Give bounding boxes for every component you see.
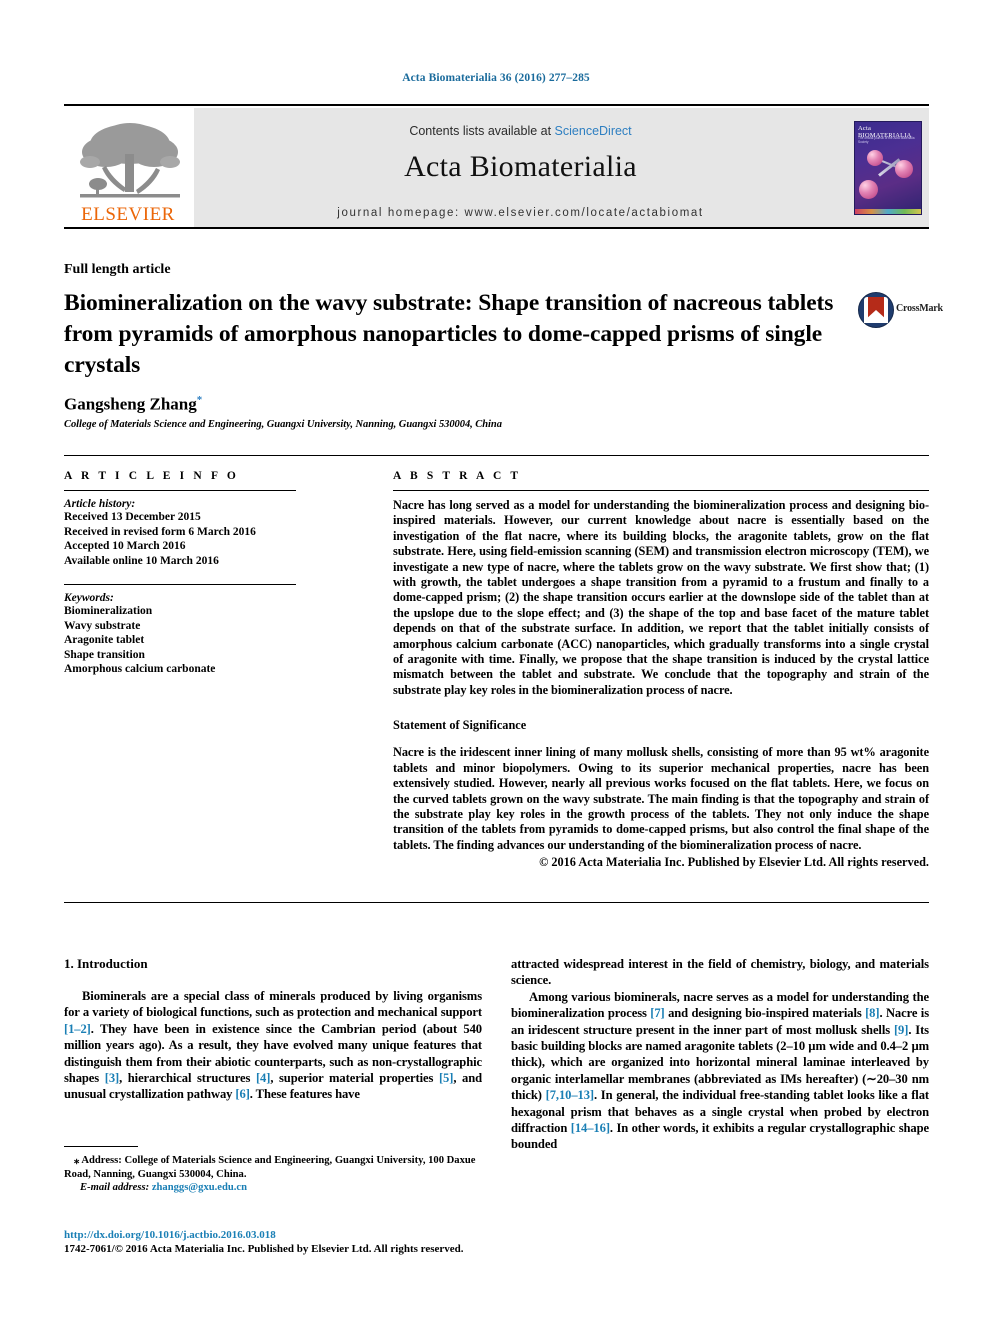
article-type: Full length article [64,262,171,277]
intro-paragraph-right-cont: attracted widespread interest in the fie… [511,957,929,988]
crossmark-icon [858,292,894,328]
citation-ref[interactable]: [14–16] [571,1121,610,1135]
journal-cover-block: Acta BIOMATERIALIA The official journal … [847,108,929,227]
author-affiliation: College of Materials Science and Enginee… [64,419,502,430]
doi-link[interactable]: http://dx.doi.org/10.1016/j.actbio.2016.… [64,1228,534,1242]
intro-r-text-b: and designing bio-inspired materials [664,1006,866,1021]
publication-footer: http://dx.doi.org/10.1016/j.actbio.2016.… [64,1228,534,1256]
footnote-address-text: Address: College of Materials Science an… [64,1155,476,1180]
keyword-item: Wavy substrate [64,619,141,632]
body-column-left: 1. Introduction Biominerals are a specia… [64,956,482,1103]
article-info-rule [64,490,296,491]
citation-ref[interactable]: [1–2] [64,1022,91,1036]
keyword-item: Aragonite tablet [64,634,145,646]
footnote-address: ⁎ Address: College of Materials Science … [64,1154,484,1181]
corresponding-author-footnote: ⁎ Address: College of Materials Science … [64,1146,484,1195]
abstract-copyright: © 2016 Acta Materialia Inc. Published by… [539,855,929,870]
contents-prefix: Contents lists available at [409,124,555,138]
contents-available-line: Contents lists available at ScienceDirec… [194,124,847,138]
abstract-column: A B S T R A C T Nacre has long served as… [393,470,929,870]
citation-ref[interactable]: [7,10–13] [546,1088,595,1102]
article-info-heading: A R T I C L E I N F O [64,470,239,482]
crossmark-badge[interactable]: CrossMark [858,292,943,328]
email-link[interactable]: zhanggs@gxu.edu.cn [152,1182,247,1193]
cover-sphere-1 [867,149,883,166]
intro-text-a: Biominerals are a special class of miner… [64,989,482,1020]
issn-copyright-line: 1742-7061/© 2016 Acta Materialia Inc. Pu… [64,1243,464,1255]
page-title: Biomineralization on the wavy substrate:… [64,290,834,378]
keywords-label: Keywords: [64,592,114,604]
elsevier-wordmark: ELSEVIER [81,204,175,225]
journal-title: Acta Biomaterialia [404,150,637,183]
intro-text-d: , superior material properties [270,1071,439,1086]
author-name: Gangsheng Zhang* [64,394,202,415]
significance-text: Nacre is the iridescent inner lining of … [393,745,929,852]
citation-ref[interactable]: [9] [894,1023,908,1037]
footnote-marker: ⁎ [74,1155,80,1166]
keywords-rule [64,584,296,585]
article-page: Acta Biomaterialia 36 (2016) 277–285 ELS… [0,0,992,1323]
article-history-item: Received in revised form 6 March 2016 [64,525,256,538]
footnote-email: E-mail address: zhanggs@gxu.edu.cn [64,1181,484,1195]
crossmark-label: CrossMark [896,303,943,314]
author-label: Gangsheng Zhang [64,394,197,414]
introduction-heading: 1. Introduction [64,956,148,971]
cover-subtitle: The official journal of the Acta Materia… [858,135,915,144]
citation-ref[interactable]: [4] [256,1071,270,1085]
author-corresponding-marker[interactable]: * [197,394,203,406]
cover-sphere-2 [895,159,913,178]
abstract-text: Nacre has long served as a model for und… [393,498,929,697]
cover-color-bar [855,208,921,214]
email-label: E-mail address: [80,1182,150,1194]
intro-paragraph-left: Biominerals are a special class of miner… [64,988,482,1103]
article-history-item: Received 13 December 2015 [64,511,201,523]
abstract-rule [393,490,929,491]
citation-ref[interactable]: [6] [235,1087,249,1101]
elsevier-logo-block: ELSEVIER [64,108,194,227]
intro-text-f: . These features have [249,1087,360,1102]
significance-heading: Statement of Significance [393,718,527,733]
keyword-item: Biomineralization [64,605,153,617]
abstract-heading: A B S T R A C T [393,470,522,482]
article-history-label: Article history: [64,498,136,510]
footnote-rule [64,1146,138,1147]
masthead-center: Contents lists available at ScienceDirec… [194,108,847,227]
body-column-right: attracted widespread interest in the fie… [511,956,929,1153]
journal-cover-image: Acta BIOMATERIALIA The official journal … [854,120,922,215]
intro-paragraph-right: Among various biominerals, nacre serves … [511,989,929,1153]
journal-masthead: ELSEVIER Contents lists available at Sci… [64,104,929,229]
citation-ref[interactable]: [3] [105,1071,119,1085]
keyword-item: Shape transition [64,648,145,661]
citation-ref[interactable]: [8] [865,1006,879,1020]
article-history-item: Accepted 10 March 2016 [64,540,186,552]
article-info-column: A R T I C L E I N F O Article history: R… [64,470,354,677]
article-history-item: Available online 10 March 2016 [64,554,219,567]
sciencedirect-link[interactable]: ScienceDirect [555,124,632,138]
intro-text-c: , hierarchical structures [119,1071,256,1086]
running-head: Acta Biomaterialia 36 (2016) 277–285 [402,72,590,84]
citation-ref[interactable]: [7] [650,1006,664,1020]
journal-homepage-line[interactable]: journal homepage: www.elsevier.com/locat… [194,207,847,219]
keyword-item: Amorphous calcium carbonate [64,663,216,675]
citation-ref[interactable]: [5] [439,1071,453,1085]
article-info-abstract-block: A R T I C L E I N F O Article history: R… [64,455,929,903]
cover-sphere-3 [859,179,878,199]
